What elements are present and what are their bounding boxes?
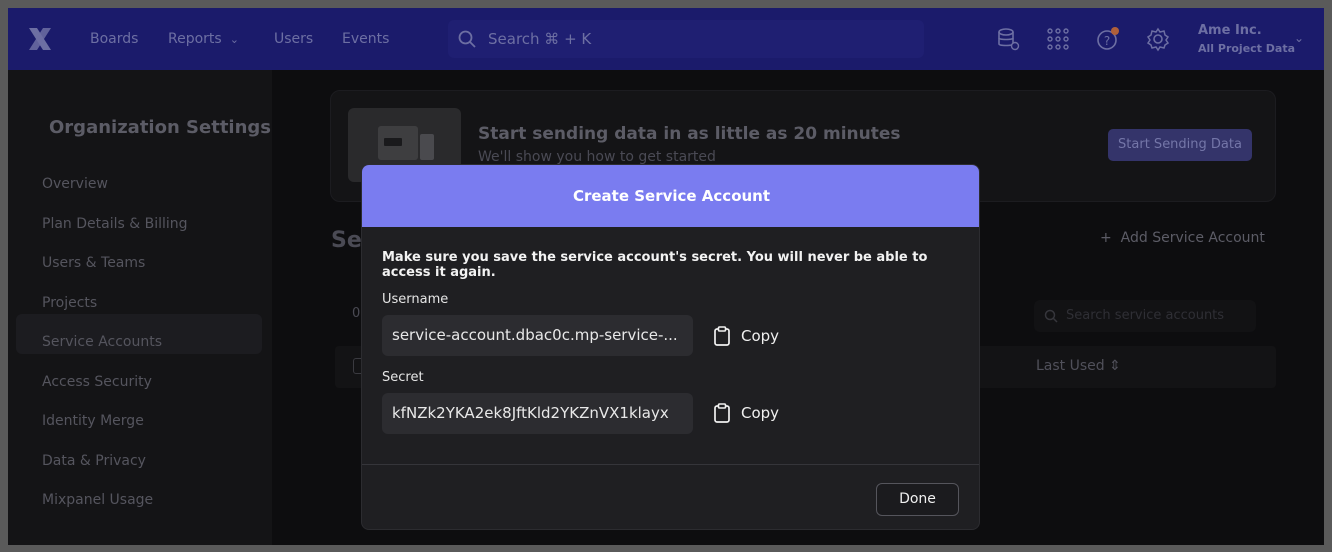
service-accounts-search-placeholder: Search service accounts: [1066, 308, 1225, 323]
banner-subtext: We'll show you how to get started: [478, 149, 716, 165]
search-icon: [1044, 309, 1058, 323]
column-last-used-label: Last Used: [1036, 358, 1105, 374]
nav-events[interactable]: Events: [342, 31, 389, 47]
sidebar-item-projects[interactable]: Projects: [42, 295, 97, 311]
add-service-account-label: Add Service Account: [1120, 230, 1265, 246]
chevron-down-icon[interactable]: ⌄: [1294, 31, 1304, 45]
sidebar-item-users-teams[interactable]: Users & Teams: [42, 255, 145, 271]
secret-value: kfNZk2YKA2ek8JftKld2YKZnVX1klayx: [392, 404, 669, 422]
clipboard-icon: [714, 326, 730, 346]
nav-users[interactable]: Users: [274, 31, 313, 47]
global-search[interactable]: Search ⌘ + K: [448, 20, 924, 58]
copy-username-button[interactable]: Copy: [713, 324, 779, 348]
apps-grid-icon[interactable]: [1045, 26, 1071, 52]
modal-header: Create Service Account: [362, 165, 979, 227]
secret-field[interactable]: kfNZk2YKA2ek8JftKld2YKZnVX1klayx: [382, 393, 693, 434]
modal-divider: [362, 464, 979, 465]
modal-title: Create Service Account: [572, 187, 771, 205]
username-label: Username: [382, 292, 449, 307]
sidebar-item-mixpanel-usage[interactable]: Mixpanel Usage: [42, 492, 153, 508]
clipboard-icon: [714, 403, 730, 423]
nav-reports[interactable]: Reports ⌄: [168, 31, 239, 47]
svg-text:?: ?: [1104, 34, 1110, 48]
org-scope: All Project Data: [1198, 42, 1296, 55]
chevron-down-icon: ⌄: [229, 33, 239, 46]
top-nav: Boards Reports ⌄ Users Events Search ⌘ + …: [8, 8, 1324, 70]
sidebar-item-access-security[interactable]: Access Security: [42, 374, 152, 390]
create-service-account-modal: Create Service Account Make sure you sav…: [361, 164, 980, 530]
settings-sidebar: Organization Settings Overview Plan Deta…: [8, 70, 272, 545]
done-button[interactable]: Done: [876, 483, 959, 516]
plus-icon: +: [1100, 230, 1112, 246]
sidebar-item-data-privacy[interactable]: Data & Privacy: [42, 453, 146, 469]
app-frame: Boards Reports ⌄ Users Events Search ⌘ + …: [8, 8, 1324, 545]
copy-label: Copy: [741, 404, 780, 422]
sidebar-item-plan-billing[interactable]: Plan Details & Billing: [42, 216, 188, 232]
sidebar-title: Organization Settings: [49, 117, 272, 138]
column-last-used[interactable]: Last Used ⇕: [1036, 358, 1121, 374]
sidebar-item-service-accounts[interactable]: Service Accounts: [42, 334, 162, 350]
start-sending-data-button[interactable]: Start Sending Data: [1108, 129, 1252, 161]
service-accounts-search[interactable]: Search service accounts: [1034, 300, 1256, 332]
copy-label: Copy: [741, 327, 780, 345]
username-value: service-account.dbac0c.mp-service-...: [392, 326, 678, 344]
copy-secret-button[interactable]: Copy: [713, 401, 779, 425]
mixpanel-logo-icon[interactable]: [26, 26, 54, 52]
help-notification-icon[interactable]: ?: [1095, 26, 1121, 52]
account-count: 0: [352, 306, 361, 321]
database-settings-icon[interactable]: [995, 26, 1021, 52]
search-icon: [458, 30, 476, 48]
nav-boards[interactable]: Boards: [90, 31, 138, 47]
add-service-account-button[interactable]: + Add Service Account: [1100, 230, 1265, 246]
sort-icon: ⇕: [1109, 358, 1121, 374]
sidebar-item-identity-merge[interactable]: Identity Merge: [42, 413, 144, 429]
org-name: Ame Inc.: [1198, 23, 1262, 38]
secret-warning: Make sure you save the service account's…: [382, 250, 928, 280]
secret-label: Secret: [382, 370, 424, 385]
org-switcher[interactable]: Ame Inc. All Project Data: [1198, 23, 1295, 55]
banner-heading: Start sending data in as little as 20 mi…: [478, 124, 901, 144]
nav-reports-label: Reports: [168, 31, 222, 47]
username-field[interactable]: service-account.dbac0c.mp-service-...: [382, 315, 693, 356]
sidebar-item-overview[interactable]: Overview: [42, 176, 108, 192]
search-placeholder: Search ⌘ + K: [488, 30, 592, 48]
gear-icon[interactable]: [1145, 26, 1171, 52]
